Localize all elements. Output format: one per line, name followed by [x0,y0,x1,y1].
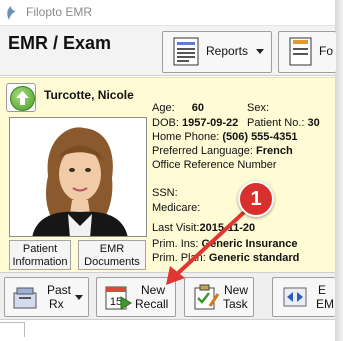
new-recall-line2: Recall [135,297,169,311]
sex-label: Sex: [247,102,270,114]
prim-plan-value: Generic standard [208,252,300,264]
calendar-icon: 15 [105,286,132,310]
patient-photo [9,117,147,237]
up-button[interactable] [6,83,36,112]
window-title: Filopto EMR [26,5,93,19]
past-rx-icon [13,287,37,309]
new-task-line1: New [224,283,249,297]
prim-plan-field: Prim. Plan: Generic standard [152,252,299,264]
reports-icon [173,37,199,66]
past-rx-line1: Past [47,283,72,297]
ssn-field: SSN: [152,187,178,199]
ssn-label: SSN: [152,187,178,199]
form-label: Fo [319,44,334,58]
up-arrow-icon [10,86,35,111]
home-phone-value: (506) 555-4351 [222,131,298,143]
prim-ins-field: Prim. Ins: Generic Insurance [152,238,298,250]
dob-label: DOB: [152,117,179,129]
language-label: Preferred Language: [152,145,253,157]
dropdown-caret-icon[interactable] [75,295,83,300]
medicare-field: Medicare: [152,202,200,214]
patient-name: Turcotte, Nicole [44,88,134,102]
last-visit-field: Last Visit:2015-11-20 [152,222,255,234]
past-rx-button[interactable]: Past Rx [4,277,89,317]
home-phone-field: Home Phone: (506) 555-4351 [152,131,298,143]
prim-ins-value: Generic Insurance [201,238,298,250]
sex-field: Sex: [247,102,269,114]
arrows-icon [283,287,307,307]
emr-documents-line2: Documents [84,256,140,268]
title-bar: Filopto EMR [0,0,335,26]
logo-icon [7,6,16,20]
age-value: 60 [191,102,204,114]
form-icon [289,37,312,66]
header: EMR / Exam Reports Fo [0,26,336,76]
form-button[interactable]: Fo [278,31,336,73]
home-phone-label: Home Phone: [152,131,220,143]
emr-button[interactable]: E EM [272,277,335,317]
new-recall-line1: New [141,283,166,297]
task-icon [194,284,220,310]
office-reference-label: Office Reference Number [152,159,277,171]
patient-no-label: Patient No.: [247,117,305,129]
office-reference-field: Office Reference Number [152,159,277,171]
dob-value: 1957-09-22 [181,117,239,129]
annotation-badge: 1 [238,181,274,217]
reports-label: Reports [206,44,249,58]
medicare-label: Medicare: [152,202,201,214]
footer-tab[interactable] [0,322,25,337]
new-task-button[interactable]: New Task [184,277,254,317]
emr-documents-button[interactable]: EMR Documents [78,240,146,270]
patient-information-button[interactable]: Patient Information [9,240,71,270]
emr-button-line2: EM [316,297,334,311]
language-field: Preferred Language: French [152,145,293,157]
age-label: Age: [152,102,175,114]
dropdown-caret-icon[interactable] [256,49,264,54]
window-edge [335,0,343,341]
patient-information-line1: Patient [22,243,58,255]
last-visit-value: 2015-11-20 [199,222,256,234]
new-task-line2: Task [223,297,248,311]
patient-information-line2: Information [12,256,68,268]
reports-button[interactable]: Reports [162,31,272,73]
past-rx-line2: Rx [49,297,64,311]
language-value: French [255,145,293,157]
emr-documents-line1: EMR [99,243,125,255]
patient-no-field: Patient No.: 30 [247,117,320,129]
last-visit-label: Last Visit: [152,222,200,234]
dob-field: DOB: 1957-09-22 [152,117,238,129]
emr-button-line1: E [318,283,327,297]
patient-no-value: 30 [307,117,320,129]
calendar-number: 15 [110,296,122,308]
prim-ins-label: Prim. Ins: [152,238,199,250]
age-field: Age: 60 [152,102,204,114]
prim-plan-label: Prim. Plan: [152,252,206,264]
new-recall-button[interactable]: 15 New Recall [96,277,176,317]
page-title: EMR / Exam [8,33,112,53]
footer [0,319,335,341]
